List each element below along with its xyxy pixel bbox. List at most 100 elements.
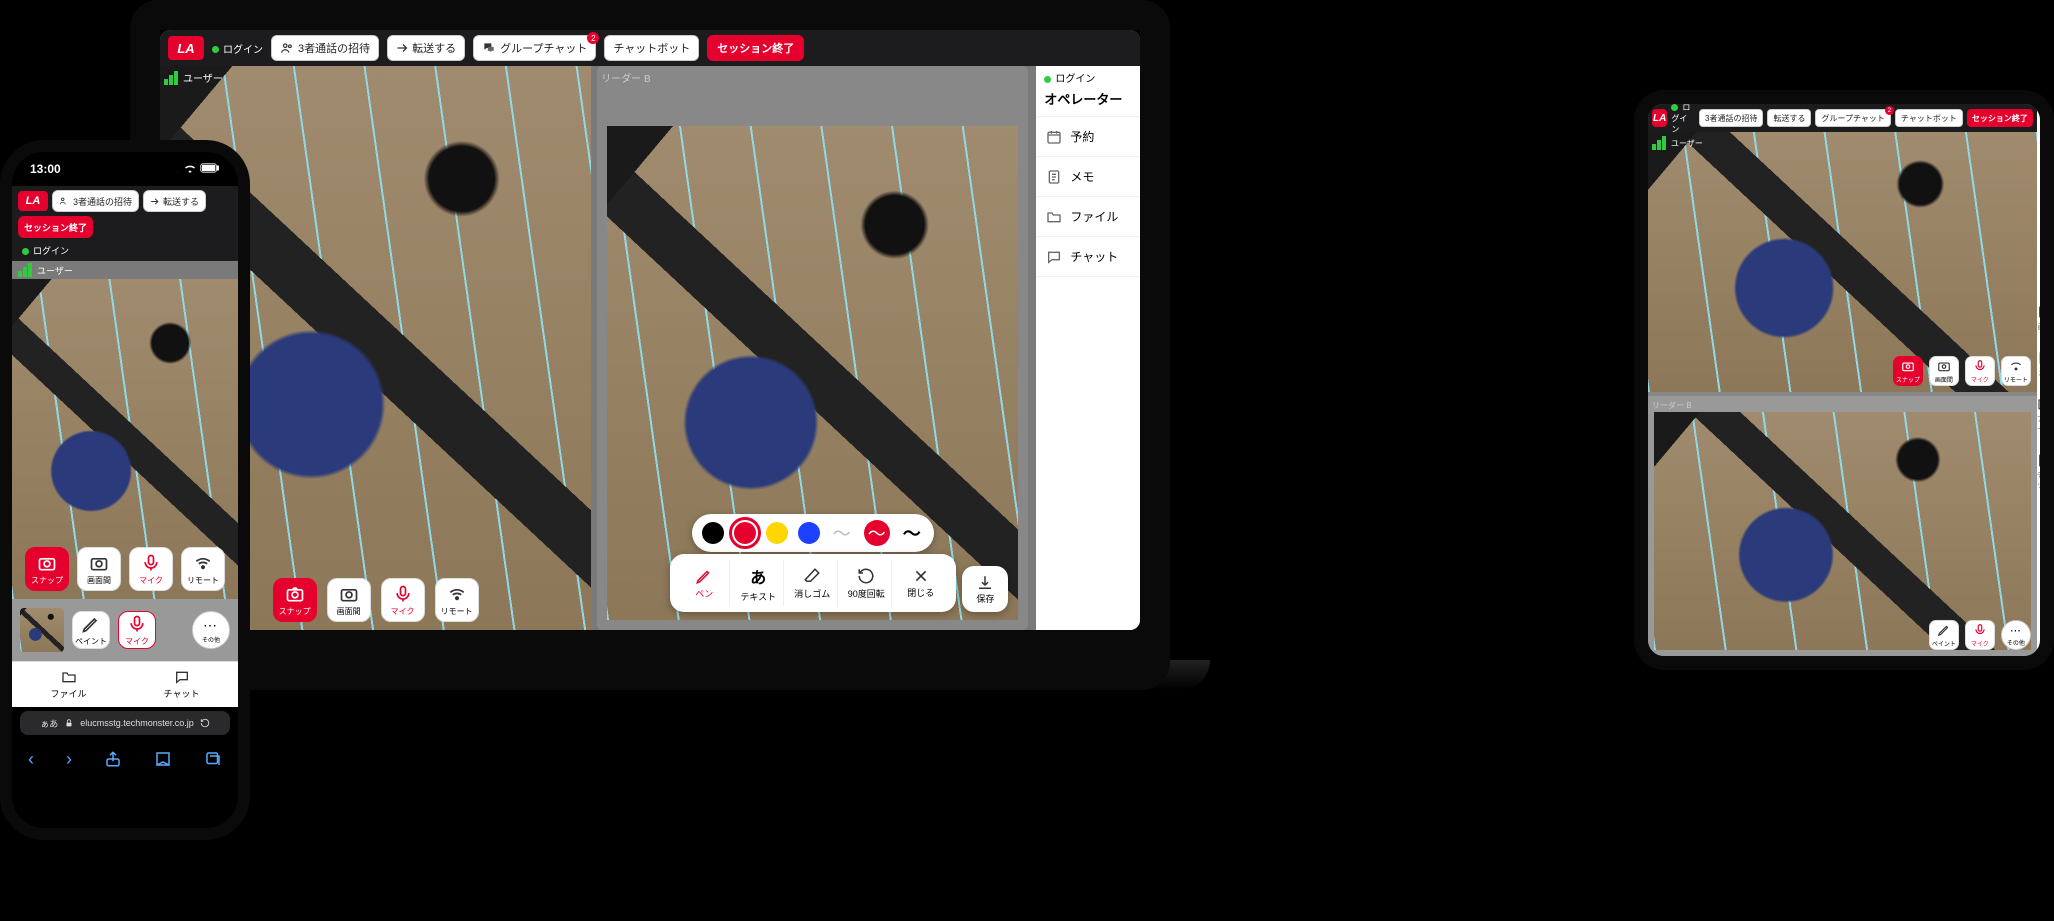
tablet-main: LA ログイン 3者通話の招待 転送する グループチャット 2 チャットボット … — [1648, 104, 2037, 656]
stroke-thin[interactable]: 〜 — [830, 524, 854, 542]
thumbnail[interactable] — [20, 608, 64, 652]
color-black[interactable] — [702, 522, 724, 544]
close-tool[interactable]: 閉じる — [896, 560, 946, 606]
tab-file[interactable]: ファイル — [12, 662, 125, 707]
mic-icon — [1973, 359, 1987, 373]
pen-tool[interactable]: ペン — [680, 560, 730, 606]
end-session-button[interactable]: セッション終了 — [1967, 109, 2033, 127]
phone-app-header: LA 3者通話の招待 転送する セッション終了 ログイン — [12, 186, 238, 261]
calendar-icon — [1046, 129, 1062, 145]
tab-chat[interactable]: チャット — [125, 662, 238, 707]
sidebar-title: オペレーター — [1036, 89, 1140, 117]
remote-icon — [2009, 359, 2023, 373]
nav-tabs-icon[interactable] — [204, 750, 222, 768]
tab-side-chat[interactable]: チャット — [2037, 452, 2053, 490]
folder-icon — [2037, 396, 2053, 412]
transfer-button[interactable]: 転送する — [1767, 109, 1811, 127]
nav-share-icon[interactable] — [104, 750, 122, 768]
phone-bottom-tabs: ファイル チャット — [12, 661, 238, 707]
mic-button[interactable]: マイク — [381, 578, 425, 622]
phone-time: 13:00 — [30, 162, 61, 176]
tab-side-memo[interactable]: メモ — [2037, 350, 2053, 378]
color-palette: 〜 〜 〜 — [692, 514, 934, 552]
sidebar-item-chat[interactable]: チャット — [1036, 237, 1140, 277]
group-chat-button[interactable]: グループチャット 2 — [473, 35, 596, 61]
mic-button-2[interactable]: マイク — [1965, 620, 1995, 650]
grid-icon — [2037, 304, 2053, 320]
paint-button[interactable]: ペイント — [1929, 620, 1959, 650]
more-button[interactable]: ⋯ その他 — [2001, 620, 2031, 650]
eraser-tool[interactable]: 消しゴム — [788, 560, 838, 606]
text-tool[interactable]: あ テキスト — [734, 560, 784, 606]
chat-icon — [1046, 249, 1062, 265]
camera-alt-icon — [1937, 359, 1951, 373]
refresh-icon — [200, 718, 210, 728]
end-session-button[interactable]: セッション終了 — [18, 216, 93, 238]
chat-bubbles-icon — [482, 41, 496, 55]
invite-button[interactable]: 3者通話の招待 — [1699, 109, 1763, 127]
sidebar-item-reservation[interactable]: 予約 — [1036, 117, 1140, 157]
phone-secondary-row: ペイント マイク ⋯ その他 — [12, 599, 238, 661]
stroke-thick[interactable]: 〜 — [900, 524, 924, 542]
laptop-left-controls: スナップ 画面間 マイク リモート — [273, 578, 479, 622]
mic-button-2[interactable]: マイク — [118, 611, 156, 649]
remote-button[interactable]: リモート — [181, 547, 225, 591]
editor-toolbar: ペン あ テキスト 消しゴム 90度回転 — [670, 554, 956, 612]
sidebar-item-file[interactable]: ファイル — [1036, 197, 1140, 237]
snap-button[interactable]: スナップ — [25, 547, 69, 591]
share-arrow-icon — [396, 42, 408, 54]
invite-button[interactable]: 3者通話の招待 — [52, 190, 139, 212]
color-red[interactable] — [734, 522, 756, 544]
mic-icon — [127, 614, 147, 634]
tab-side-file[interactable]: ファイル — [2037, 396, 2053, 434]
laptop-app-header: LA ログイン 3者通話の招待 転送する グループチャット 2 チャットボット … — [160, 30, 1140, 66]
mic-button[interactable]: マイク — [129, 547, 173, 591]
save-button[interactable]: 保存 — [962, 566, 1008, 612]
remote-button[interactable]: リモート — [435, 578, 479, 622]
user-tag: ユーザー — [1652, 136, 1703, 150]
share-arrow-icon — [150, 197, 159, 206]
transfer-button[interactable]: 転送する — [143, 190, 206, 212]
laptop-sidebar: ログイン オペレーター 予約 メモ ファイル チャット — [1036, 66, 1140, 630]
chatbot-button[interactable]: チャットボット — [604, 35, 699, 61]
mic-icon — [1973, 623, 1987, 637]
color-blue[interactable] — [798, 522, 820, 544]
app-logo: LA — [1652, 109, 1667, 127]
nav-forward[interactable]: › — [66, 749, 72, 770]
screen-share-button[interactable]: 画面間 — [77, 547, 121, 591]
end-session-button[interactable]: セッション終了 — [707, 35, 804, 61]
phone-video-controls: スナップ 画面間 マイク リモート — [25, 547, 225, 591]
remote-button[interactable]: リモート — [2001, 356, 2031, 386]
screen-share-button[interactable]: 画面間 — [327, 578, 371, 622]
camera-alt-icon — [339, 584, 359, 604]
chatbot-button[interactable]: チャットボット — [1895, 109, 1963, 127]
laptop-screen: LA ログイン 3者通話の招待 転送する グループチャット 2 チャットボット … — [160, 30, 1140, 630]
invite-button[interactable]: 3者通話の招待 — [271, 35, 379, 61]
stroke-medium[interactable]: 〜 — [864, 520, 890, 546]
tablet-frame: LA ログイン 3者通話の招待 転送する グループチャット 2 チャットボット … — [1634, 90, 2054, 670]
color-yellow[interactable] — [766, 522, 788, 544]
text-icon: あ — [750, 564, 766, 588]
app-logo: LA — [18, 191, 48, 211]
snap-button[interactable]: スナップ — [273, 578, 317, 622]
sidebar-login-status: ログイン — [1036, 66, 1140, 89]
sidebar-item-memo[interactable]: メモ — [1036, 157, 1140, 197]
phone-notch — [70, 152, 180, 178]
browser-url-bar[interactable]: ぁあ elucmsstg.techmonster.co.jp — [20, 711, 230, 735]
more-button[interactable]: ⋯ その他 — [192, 611, 230, 649]
tab-side-screen[interactable]: 画面 — [2037, 304, 2053, 332]
camera-icon — [1901, 359, 1915, 373]
laptop-editor-pane: リーダー B 〜 〜 〜 ペン — [597, 66, 1028, 630]
rotate-tool[interactable]: 90度回転 — [842, 560, 892, 606]
transfer-button[interactable]: 転送する — [387, 35, 465, 61]
download-icon — [976, 574, 994, 592]
nav-back[interactable]: ‹ — [28, 749, 34, 770]
screen-share-button[interactable]: 画面間 — [1929, 356, 1959, 386]
nav-book-icon[interactable] — [154, 750, 172, 768]
mic-button[interactable]: マイク — [1965, 356, 1995, 386]
pen-icon — [1937, 623, 1951, 637]
snap-button[interactable]: スナップ — [1893, 356, 1923, 386]
paint-button[interactable]: ペイント — [72, 611, 110, 649]
group-chat-button[interactable]: グループチャット 2 — [1815, 109, 1890, 127]
people-icon — [280, 41, 294, 55]
